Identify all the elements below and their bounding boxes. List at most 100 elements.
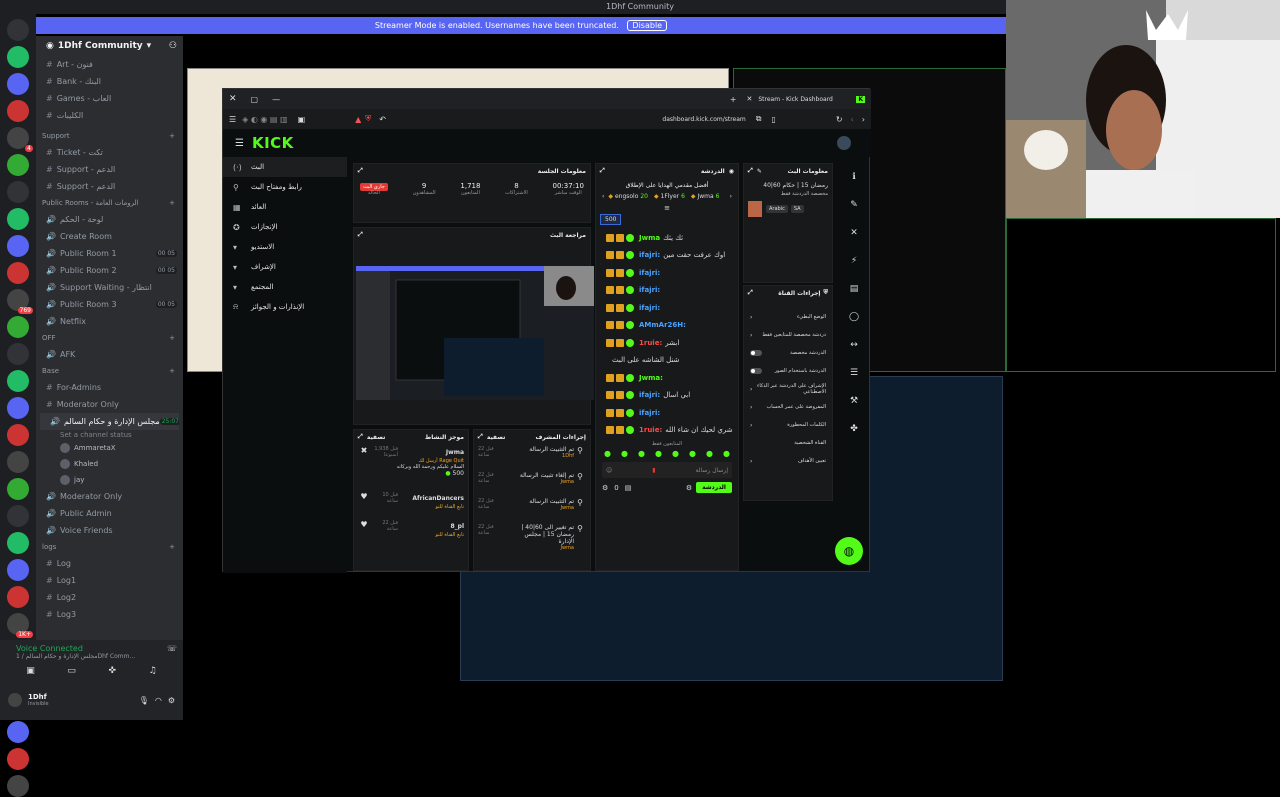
reload-icon[interactable]: ↻ <box>836 115 843 124</box>
settings-gear-icon[interactable]: ⚙ <box>168 696 175 705</box>
mic-icon[interactable]: 🎙 <box>139 696 149 705</box>
camera-icon[interactable]: ▣ <box>26 666 35 676</box>
voice-channel[interactable]: 🔊 Public Room 1 00 05 <box>36 245 183 262</box>
server-icon[interactable] <box>7 721 29 743</box>
chat-message[interactable]: ifajri: <box>596 299 738 317</box>
channel-action-item[interactable]: › المفروضة على عمر الحساب <box>744 398 832 416</box>
channel-action-item[interactable]: › الوضع البطيء <box>744 308 832 326</box>
server-icon[interactable] <box>7 235 29 257</box>
chat-input[interactable]: ☺ ▮ إرسال رسالة <box>602 462 732 478</box>
stream-preview-video[interactable] <box>356 266 594 400</box>
expand-icon[interactable]: ⤢ <box>478 433 483 441</box>
kick-nav-item[interactable]: ⚲ رابط ومفتاح البث <box>223 177 347 197</box>
forward-icon[interactable]: › <box>862 115 865 124</box>
text-channel[interactable]: # Ticket - تكت <box>36 144 183 161</box>
channel-action-item[interactable]: › الكلمات المحظورة <box>744 416 832 434</box>
voice-channel[interactable]: 🔊 Support Waiting - انتظار <box>36 279 183 296</box>
chat-user[interactable]: 1ruie: <box>639 339 662 347</box>
expand-icon[interactable]: ⤢ <box>600 167 605 175</box>
soundboard-icon[interactable]: ♫ <box>149 666 157 676</box>
chat-message[interactable]: ifajri: <box>596 282 738 300</box>
extension-red-icon[interactable]: ▲ <box>355 115 361 124</box>
category-public[interactable]: Public Rooms - الرومات العامة + <box>36 195 183 211</box>
add-member-icon[interactable]: ⚇ <box>169 41 177 51</box>
voice-channel[interactable]: 🔊 Moderator Only <box>36 488 183 505</box>
text-channel[interactable]: # Art - فنون <box>36 56 183 73</box>
add-channel-icon[interactable]: + <box>169 367 175 375</box>
text-channel[interactable]: # Log2 <box>36 589 183 606</box>
gifter[interactable]: ◆ 1Flyer 6 <box>654 193 685 200</box>
server-icon[interactable] <box>7 532 29 554</box>
kick-nav-item[interactable]: ▾ المجتمع <box>223 277 347 297</box>
send-chat-button[interactable]: الدردشة <box>696 482 732 493</box>
close-icon[interactable]: ✕ <box>841 219 867 247</box>
server-icon[interactable] <box>7 424 29 446</box>
server-icon[interactable]: 4 <box>7 127 33 152</box>
sidebar-icon[interactable]: ▣ <box>298 115 306 124</box>
text-channel[interactable]: # Moderator Only <box>36 396 183 413</box>
disconnect-icon[interactable]: ☏ <box>167 644 177 653</box>
chat-user[interactable]: Jwma: <box>639 374 663 382</box>
chat-message[interactable]: AMmAr26H: <box>596 317 738 335</box>
kick-nav-item[interactable]: ▦ العائد <box>223 197 347 217</box>
chat-message[interactable]: Jwma: <box>596 369 738 387</box>
chat-user[interactable]: ifajri: <box>639 304 660 312</box>
hamburger-icon[interactable]: ☰ <box>235 138 244 149</box>
text-channel[interactable]: # Log1 <box>36 572 183 589</box>
chat-user[interactable]: AMmAr26H: <box>639 321 686 329</box>
category-logs[interactable]: logs + <box>36 539 183 555</box>
sliders-icon[interactable]: ☰ <box>841 359 867 387</box>
minimize-icon[interactable]: — <box>272 95 280 104</box>
channel-status[interactable]: Set a channel status <box>36 430 183 440</box>
mod-actions-filter[interactable]: تصفية <box>487 434 506 441</box>
voice-user[interactable]: AmmaretaX <box>36 440 183 456</box>
lightning-icon[interactable]: ⚡ <box>841 247 867 275</box>
text-channel[interactable]: # Games - العاب <box>36 90 183 107</box>
server-icon[interactable]: 769 <box>7 289 33 314</box>
voice-channel[interactable]: 🔊 Public Admin <box>36 505 183 522</box>
bookmark-icon[interactable]: ▯ <box>771 115 775 124</box>
chevron-right-icon[interactable]: › <box>750 422 752 429</box>
chat-message[interactable]: ifajri: ابي اسال <box>596 387 738 405</box>
info-icon[interactable]: ℹ <box>841 163 867 191</box>
chevron-right-icon[interactable]: › <box>750 314 752 321</box>
chat-message[interactable]: 1ruie: ابشر <box>596 334 738 352</box>
activity-item[interactable]: ♥ قبل 10 ساعة AfricanDancers تابع القناة لل… <box>354 490 468 518</box>
support-chat-button[interactable]: ◍ <box>835 537 863 565</box>
trash-icon[interactable]: ▤ <box>841 275 867 303</box>
chat-user[interactable]: ifajri: <box>639 286 660 294</box>
server-icon[interactable]: 1K+ <box>7 613 33 638</box>
toggle-switch[interactable] <box>750 350 762 356</box>
voice-channel[interactable]: 🔊 Voice Friends <box>36 522 183 539</box>
voice-user[interactable]: Khaled <box>36 456 183 472</box>
server-icon[interactable] <box>7 397 29 419</box>
mic-icon[interactable]: ▮ <box>652 467 655 474</box>
settings-icon[interactable]: ⚙ <box>686 484 692 492</box>
expand-icon[interactable]: ⤢ <box>748 167 753 175</box>
voice-user[interactable]: jay <box>36 472 183 488</box>
pinned-amount[interactable]: 500 <box>600 214 622 225</box>
server-icon[interactable] <box>7 19 29 41</box>
kick-nav-item[interactable]: ▾ الاستديو <box>223 237 347 257</box>
chat-icon[interactable]: ◯ <box>841 303 867 331</box>
edit-icon[interactable]: ✎ <box>757 168 762 175</box>
chevron-right-icon[interactable]: › <box>750 332 752 339</box>
extensions-icons[interactable]: ◈ ◐ ◉ ▤ ▥ <box>242 115 287 124</box>
server-icon[interactable] <box>7 478 29 500</box>
text-channel[interactable]: # Support - الدعم <box>36 161 183 178</box>
kick-logo[interactable]: KICK <box>252 134 294 152</box>
category-base[interactable]: Base + <box>36 363 183 379</box>
chat-user[interactable]: ifajri: <box>639 409 660 417</box>
gifters-next-icon[interactable]: › <box>730 193 732 200</box>
gift-icon[interactable]: ▤ <box>625 484 632 492</box>
add-channel-icon[interactable]: + <box>169 132 175 140</box>
kick-nav-item[interactable]: ▾ الإشراف <box>223 257 347 277</box>
mod-action-item[interactable]: قبل 22 ساعة تم إلغاء تثبيت الرسالة Jwma ⚲ <box>474 470 590 496</box>
url-bar[interactable]: dashboard.kick.com/stream <box>662 116 745 123</box>
server-icon[interactable] <box>7 586 29 608</box>
disable-streamer-mode-button[interactable]: Disable <box>627 20 668 31</box>
text-channel[interactable]: # Log3 <box>36 606 183 623</box>
mod-action-item[interactable]: قبل 22 ساعة تم تغيير الى 60|40 | رمضان 15… <box>474 522 590 551</box>
kick-nav-item[interactable]: ✪ الإنجازات <box>223 217 347 237</box>
server-icon[interactable] <box>7 73 29 95</box>
